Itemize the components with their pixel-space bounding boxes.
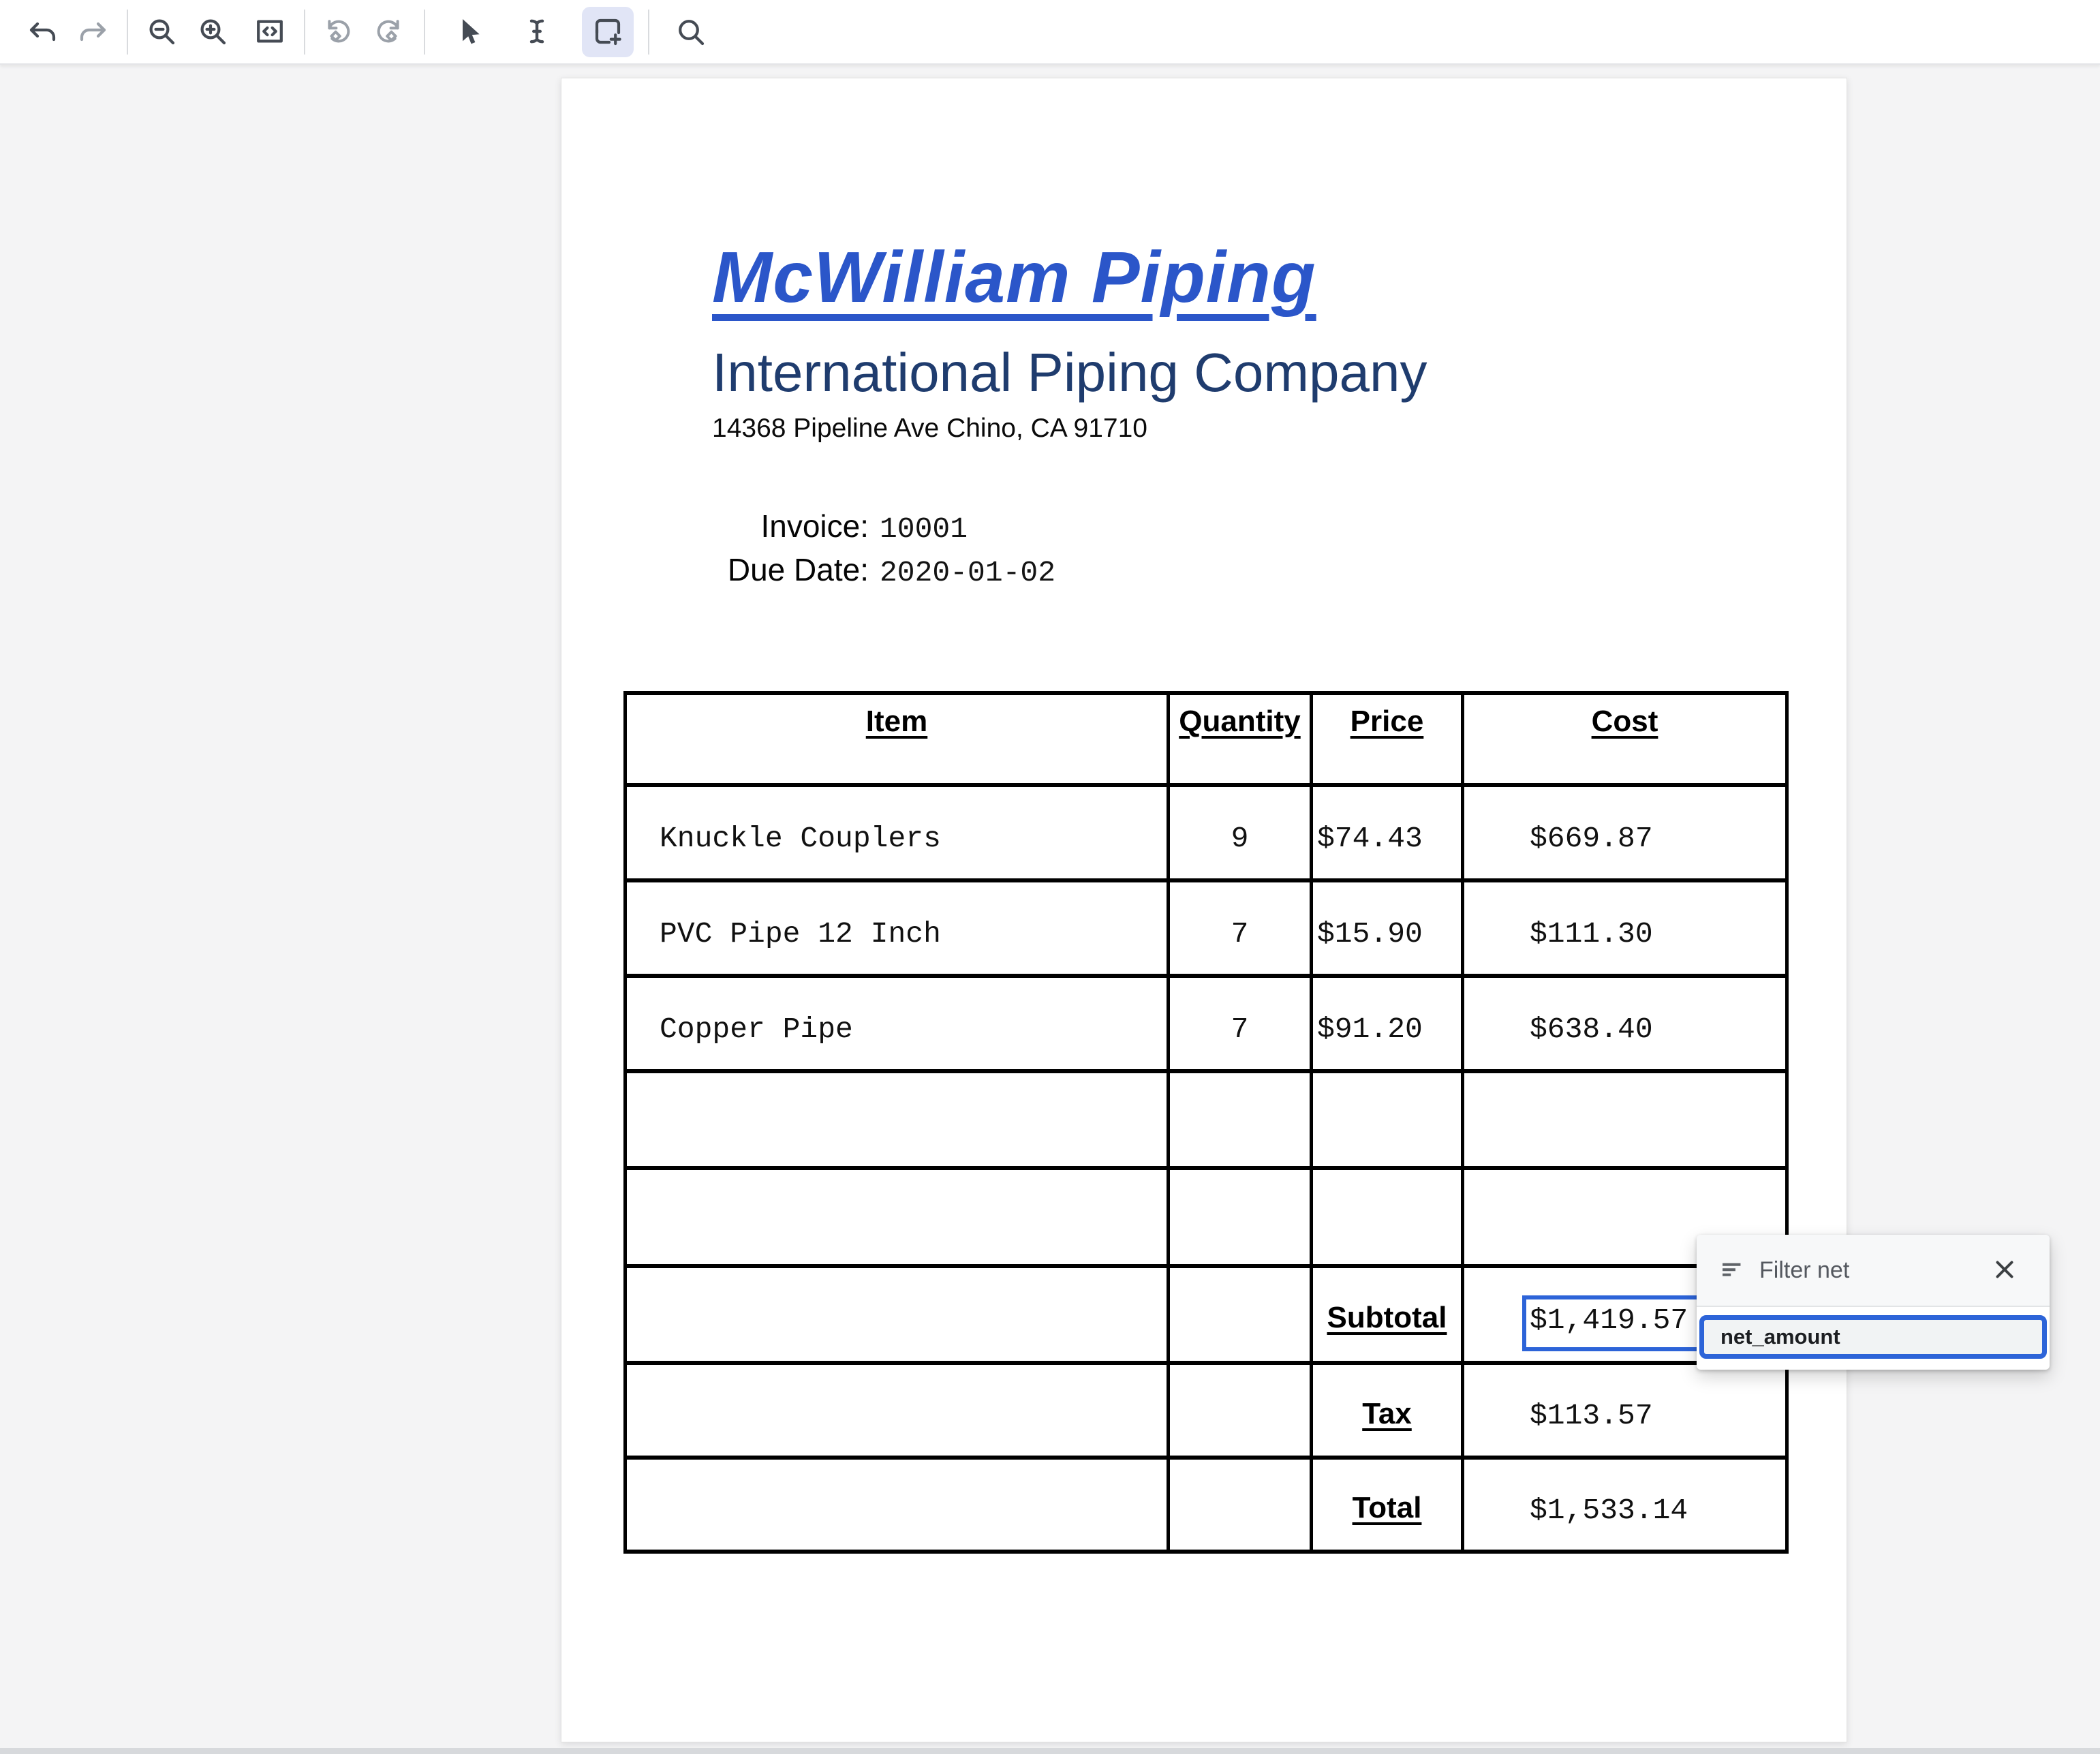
search-icon	[674, 15, 707, 50]
invoice-number[interactable]: 10001	[880, 512, 968, 546]
header-price: Price	[1312, 693, 1463, 785]
quantity-cell[interactable]	[1169, 1363, 1312, 1458]
due-date-label: Due Date:	[712, 551, 869, 588]
price-cell[interactable]: $91.20	[1312, 976, 1463, 1071]
redo-button[interactable]	[67, 7, 119, 57]
total-label-cell: Total	[1312, 1458, 1463, 1552]
price-cell[interactable]	[1312, 1071, 1463, 1168]
zoom-out-button[interactable]	[136, 7, 187, 57]
table-row-empty	[626, 1071, 1787, 1168]
text-select-icon	[521, 15, 553, 50]
toolbar-divider	[304, 10, 305, 55]
toolbar-divider	[424, 10, 425, 55]
close-button[interactable]	[1984, 1250, 2025, 1291]
item-cell[interactable]	[626, 1168, 1169, 1266]
header-quantity: Quantity	[1169, 693, 1312, 785]
filter-field-value: net_amount	[1720, 1325, 1840, 1349]
quantity-cell[interactable]: 7	[1169, 976, 1312, 1071]
filter-icon	[1720, 1258, 1744, 1282]
filter-popup-title: Filter net	[1759, 1257, 1984, 1284]
price-cell[interactable]: $15.90	[1312, 880, 1463, 976]
invoice-table: Item Quantity Price Cost Knuckle Coupler…	[623, 691, 1789, 1554]
zoom-in-button[interactable]	[187, 7, 238, 57]
quantity-cell[interactable]	[1169, 1071, 1312, 1168]
table-header-row: Item Quantity Price Cost	[626, 693, 1787, 785]
zoom-in-icon	[196, 15, 229, 50]
header-item: Item	[626, 693, 1169, 785]
toolbar-divider	[127, 10, 128, 55]
region-select-tool-button[interactable]	[582, 7, 634, 57]
zoom-out-icon	[145, 15, 178, 50]
text-select-tool-button[interactable]	[511, 7, 563, 57]
window-bottom-strip	[0, 1748, 2100, 1754]
quantity-cell[interactable]: 9	[1169, 785, 1312, 880]
invoice-number-line: Invoice: 10001	[712, 508, 968, 546]
redo-icon	[77, 15, 110, 50]
filter-popup-header: Filter net	[1697, 1235, 2050, 1307]
company-subtitle: International Piping Company	[712, 341, 1427, 404]
table-row: Knuckle Couplers 9 $74.43 $669.87	[626, 785, 1787, 880]
fit-code-icon	[253, 15, 286, 50]
item-cell[interactable]: PVC Pipe 12 Inch	[626, 880, 1169, 976]
header-cost: Cost	[1463, 693, 1787, 785]
price-cell[interactable]: $74.43	[1312, 785, 1463, 880]
rotate-right-icon	[372, 15, 405, 50]
search-button[interactable]	[664, 7, 716, 57]
total-value-cell[interactable]: $1,533.14	[1463, 1458, 1787, 1552]
region-select-icon	[591, 15, 624, 50]
company-address: 14368 Pipeline Ave Chino, CA 91710	[712, 414, 1147, 444]
toolbar-divider	[648, 10, 649, 55]
item-cell[interactable]: Copper Pipe	[626, 976, 1169, 1071]
table-row: Copper Pipe 7 $91.20 $638.40	[626, 976, 1787, 1071]
cost-cell[interactable]: $111.30	[1463, 880, 1787, 976]
filter-popup: Filter net net_amount	[1697, 1235, 2050, 1370]
pointer-tool-button[interactable]	[442, 7, 494, 57]
item-cell[interactable]: Knuckle Couplers	[626, 785, 1169, 880]
cost-cell[interactable]: $638.40	[1463, 976, 1787, 1071]
subtotal-label-cell: Subtotal	[1312, 1266, 1463, 1363]
toolbar	[0, 0, 2100, 65]
table-row-empty	[626, 1168, 1787, 1266]
cost-cell[interactable]: $669.87	[1463, 785, 1787, 880]
item-cell[interactable]	[626, 1363, 1169, 1458]
table-row: PVC Pipe 12 Inch 7 $15.90 $111.30	[626, 880, 1787, 976]
total-row: Total $1,533.14	[626, 1458, 1787, 1552]
rotate-left-button[interactable]	[313, 7, 365, 57]
quantity-cell[interactable]: 7	[1169, 880, 1312, 976]
quantity-cell[interactable]	[1169, 1458, 1312, 1552]
tax-label-cell: Tax	[1312, 1363, 1463, 1458]
cost-cell[interactable]	[1463, 1071, 1787, 1168]
due-date-value[interactable]: 2020-01-02	[880, 556, 1055, 589]
close-icon	[1990, 1255, 2019, 1286]
quantity-cell[interactable]	[1169, 1266, 1312, 1363]
pointer-icon	[452, 15, 484, 50]
rotate-right-button[interactable]	[362, 7, 414, 57]
item-cell[interactable]	[626, 1266, 1169, 1363]
tax-row: Tax $113.57	[626, 1363, 1787, 1458]
invoice-label: Invoice:	[712, 508, 869, 544]
rotate-left-icon	[322, 15, 355, 50]
filter-field[interactable]: net_amount	[1699, 1315, 2047, 1359]
price-cell[interactable]	[1312, 1168, 1463, 1266]
fit-width-button[interactable]	[244, 7, 296, 57]
document-page: McWilliam Piping International Piping Co…	[561, 78, 1847, 1742]
due-date-line: Due Date: 2020-01-02	[712, 551, 1055, 589]
item-cell[interactable]	[626, 1071, 1169, 1168]
undo-button[interactable]	[16, 7, 68, 57]
item-cell[interactable]	[626, 1458, 1169, 1552]
tax-value-cell[interactable]: $113.57	[1463, 1363, 1787, 1458]
company-title: McWilliam Piping	[712, 236, 1316, 319]
quantity-cell[interactable]	[1169, 1168, 1312, 1266]
undo-icon	[26, 15, 59, 50]
